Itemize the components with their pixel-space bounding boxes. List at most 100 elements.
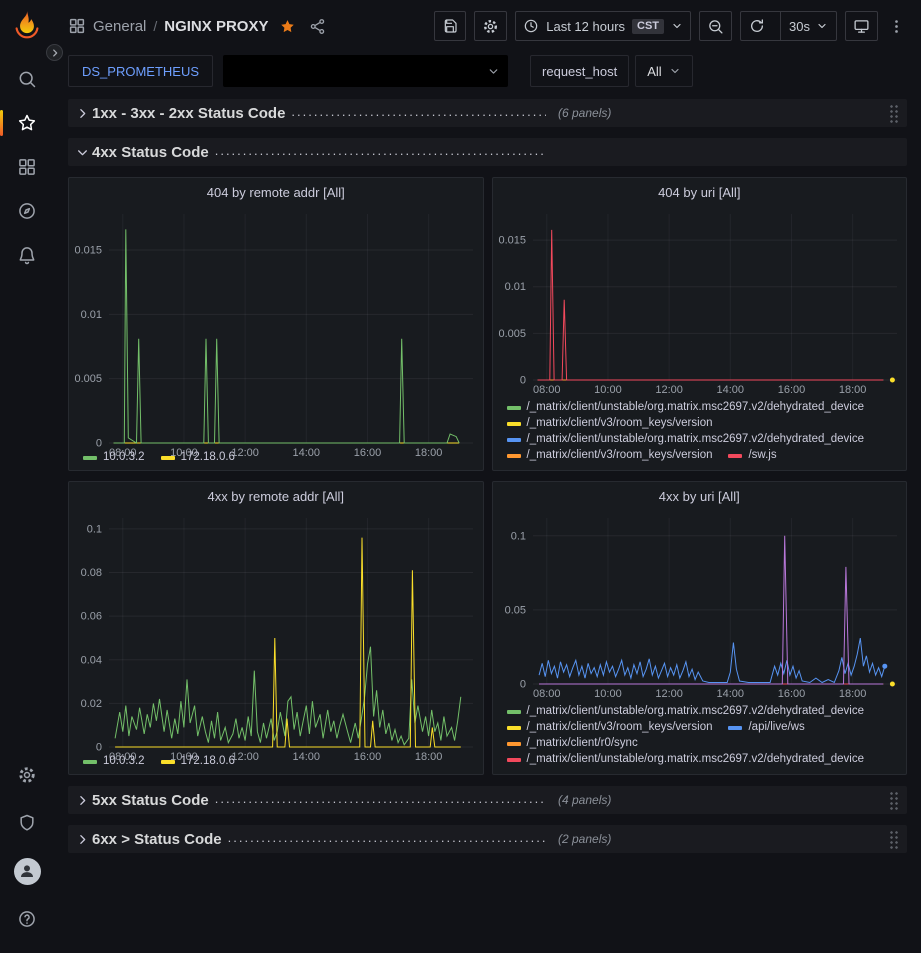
chart-4xx-by-uri[interactable]: 08:0010:0012:0014:0016:0018:0000.050.1 xyxy=(493,510,907,702)
panel-404-by-uri: 404 by uri [All] 08:0010:0012:0014:0016:… xyxy=(492,177,908,471)
favorite-star-icon[interactable] xyxy=(279,18,296,35)
row-leader-dots: ........................................… xyxy=(291,104,546,119)
sidebar-item-starred[interactable] xyxy=(7,103,47,143)
legend-item[interactable]: /_matrix/client/v3/room_keys/version xyxy=(507,449,713,462)
legend-item[interactable]: /_matrix/client/v3/room_keys/version xyxy=(507,721,713,734)
monitor-icon xyxy=(853,18,870,35)
grafana-logo[interactable] xyxy=(11,9,43,41)
compass-icon xyxy=(17,201,37,221)
sidebar-item-dashboards[interactable] xyxy=(7,147,47,187)
legend-series-label: 172.18.0.6 xyxy=(181,755,235,768)
sidebar-item-profile[interactable] xyxy=(7,851,47,891)
kebab-menu-button[interactable] xyxy=(886,16,907,37)
legend-item[interactable]: /api/live/ws xyxy=(728,721,804,734)
legend-item[interactable]: /_matrix/client/unstable/org.matrix.msc2… xyxy=(507,705,865,718)
svg-text:0.015: 0.015 xyxy=(498,235,526,247)
panel-title[interactable]: 404 by remote addr [All] xyxy=(69,178,483,206)
legend-color-swatch xyxy=(161,456,175,460)
share-icon[interactable] xyxy=(309,18,326,35)
tv-mode-button[interactable] xyxy=(845,11,878,41)
dashboard-controls: DS_PROMETHEUS request_host All xyxy=(54,52,921,97)
legend-item[interactable]: 172.18.0.6 xyxy=(161,451,235,464)
time-range-picker[interactable]: Last 12 hours CST xyxy=(515,11,691,41)
svg-text:18:00: 18:00 xyxy=(838,384,866,396)
zoom-out-button[interactable] xyxy=(699,11,732,41)
svg-text:0.08: 0.08 xyxy=(81,567,102,579)
legend-series-label: /_matrix/client/r0/sync xyxy=(527,737,638,750)
apps-grid-icon[interactable] xyxy=(68,17,86,35)
row-header-5xx[interactable]: 5xx Status Code ........................… xyxy=(68,786,907,814)
legend-item[interactable]: /_matrix/client/unstable/org.matrix.msc2… xyxy=(507,401,865,414)
legend-color-swatch xyxy=(507,406,521,410)
sidebar-item-alerting[interactable] xyxy=(7,235,47,275)
svg-text:0.05: 0.05 xyxy=(504,604,525,616)
legend-series-label: 10.0.3.2 xyxy=(103,451,145,464)
chart-legend: /_matrix/client/unstable/org.matrix.msc2… xyxy=(493,398,907,468)
request-host-variable-value: All xyxy=(647,64,661,79)
breadcrumb-dashboard-title[interactable]: NGINX PROXY xyxy=(164,18,268,35)
legend-item[interactable]: /_matrix/client/unstable/org.matrix.msc2… xyxy=(507,433,865,446)
sidebar-nav xyxy=(7,55,47,279)
host-variable-select[interactable] xyxy=(223,55,508,87)
datasource-variable-button[interactable]: DS_PROMETHEUS xyxy=(68,55,213,87)
sidebar-toggle-button[interactable] xyxy=(46,44,63,61)
sidebar-item-search[interactable] xyxy=(7,59,47,99)
clock-icon xyxy=(523,18,539,34)
svg-text:0: 0 xyxy=(519,375,525,387)
row-header-6xx[interactable]: 6xx > Status Code ......................… xyxy=(68,825,907,853)
request-host-variable-select[interactable]: All xyxy=(635,55,692,87)
save-dashboard-button[interactable] xyxy=(434,11,466,41)
legend-item[interactable]: 10.0.3.2 xyxy=(83,451,145,464)
chevron-right-icon xyxy=(72,794,92,807)
row-drag-handle[interactable] xyxy=(889,791,899,810)
sidebar-item-explore[interactable] xyxy=(7,191,47,231)
svg-text:14:00: 14:00 xyxy=(716,384,744,396)
legend-item[interactable]: /_matrix/client/v3/room_keys/version xyxy=(507,417,713,430)
refresh-button[interactable] xyxy=(741,12,773,40)
row-leader-dots: ........................................… xyxy=(215,791,546,806)
chevron-down-icon xyxy=(671,20,683,32)
svg-text:10:00: 10:00 xyxy=(594,688,622,700)
zoom-out-icon xyxy=(707,18,724,35)
legend-color-swatch xyxy=(507,710,521,714)
dashboard-settings-button[interactable] xyxy=(474,11,507,41)
legend-series-label: /_matrix/client/unstable/org.matrix.msc2… xyxy=(527,705,865,718)
legend-color-swatch xyxy=(728,454,742,458)
bell-icon xyxy=(17,245,37,265)
legend-color-swatch xyxy=(728,726,742,730)
chevron-right-icon xyxy=(72,833,92,846)
legend-item[interactable]: /_matrix/client/unstable/org.matrix.msc2… xyxy=(507,753,865,766)
kebab-dots-icon xyxy=(888,18,905,35)
legend-item[interactable]: 10.0.3.2 xyxy=(83,755,145,768)
svg-text:0.015: 0.015 xyxy=(74,245,102,257)
sidebar-item-server-admin[interactable] xyxy=(7,803,47,843)
legend-item[interactable]: /_matrix/client/r0/sync xyxy=(507,737,638,750)
panel-title[interactable]: 4xx by uri [All] xyxy=(493,482,907,510)
svg-text:0.02: 0.02 xyxy=(81,698,102,710)
legend-item[interactable]: 172.18.0.6 xyxy=(161,755,235,768)
chart-404-by-uri[interactable]: 08:0010:0012:0014:0016:0018:0000.0050.01… xyxy=(493,206,907,398)
refresh-interval-dropdown[interactable]: 30s xyxy=(780,12,836,40)
sidebar-item-help[interactable] xyxy=(7,899,47,939)
svg-text:0: 0 xyxy=(519,679,525,691)
legend-series-label: /_matrix/client/v3/room_keys/version xyxy=(527,417,713,430)
panel-title[interactable]: 404 by uri [All] xyxy=(493,178,907,206)
row-header-1xx-3xx-2xx[interactable]: 1xx - 3xx - 2xx Status Code ............… xyxy=(68,99,907,127)
chevron-right-icon xyxy=(50,48,60,58)
row-drag-handle[interactable] xyxy=(889,104,899,123)
legend-series-label: 172.18.0.6 xyxy=(181,451,235,464)
row-leader-dots: ........................................… xyxy=(228,830,546,845)
breadcrumb-folder[interactable]: General xyxy=(93,18,146,35)
dashboard-canvas: 1xx - 3xx - 2xx Status Code ............… xyxy=(54,97,921,853)
panel-title[interactable]: 4xx by remote addr [All] xyxy=(69,482,483,510)
svg-text:0.04: 0.04 xyxy=(81,654,102,666)
row-title: 1xx - 3xx - 2xx Status Code xyxy=(92,105,285,122)
legend-item[interactable]: /sw.js xyxy=(728,449,776,462)
chart-404-by-remote-addr[interactable]: 08:0010:0012:0014:0016:0018:0000.0050.01… xyxy=(69,206,483,448)
gear-icon xyxy=(482,18,499,35)
sidebar-item-configuration[interactable] xyxy=(7,755,47,795)
legend-series-label: /sw.js xyxy=(748,449,776,462)
chart-4xx-by-remote-addr[interactable]: 08:0010:0012:0014:0016:0018:0000.020.040… xyxy=(69,510,483,752)
row-header-4xx[interactable]: 4xx Status Code ........................… xyxy=(68,138,907,166)
row-drag-handle[interactable] xyxy=(889,830,899,849)
